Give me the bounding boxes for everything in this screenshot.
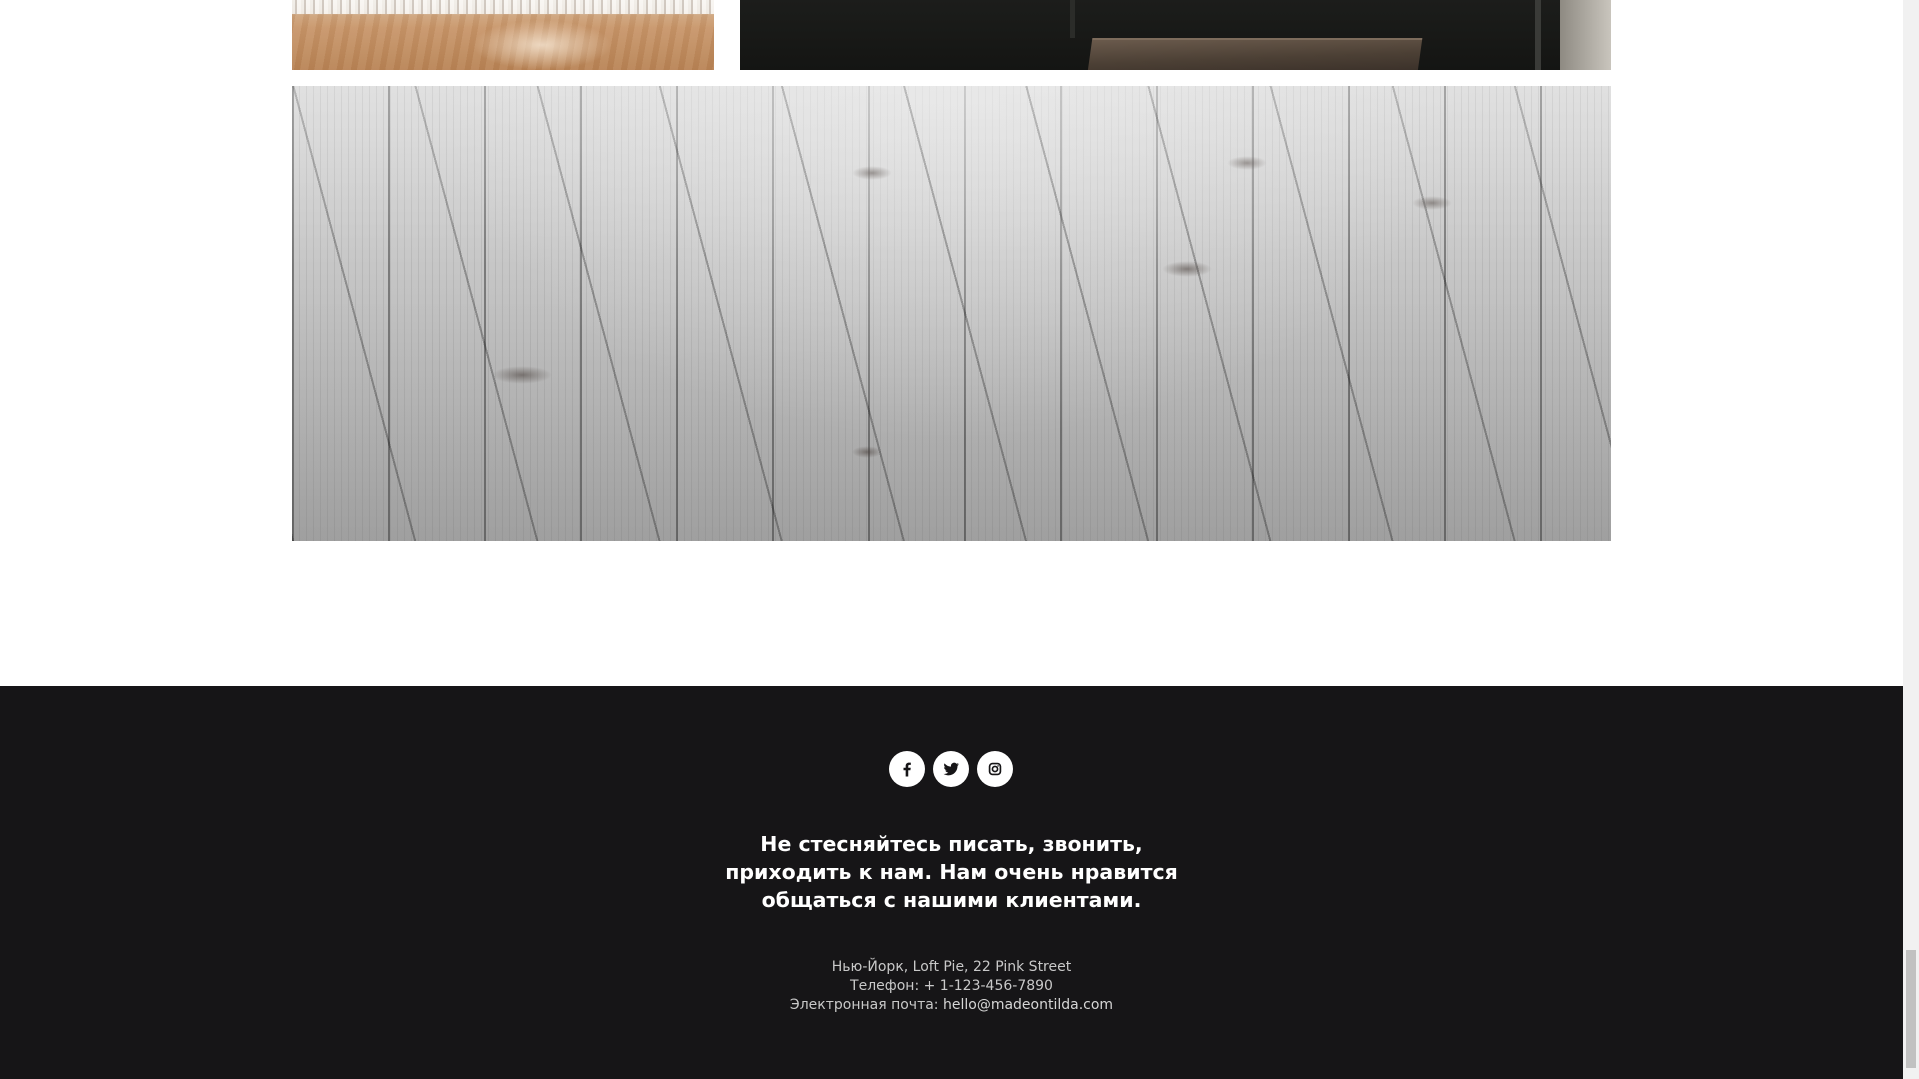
rug-detail xyxy=(292,0,714,14)
twitter-icon xyxy=(943,762,959,776)
wooden-table-edge xyxy=(1087,38,1423,70)
scrollbar-thumb[interactable] xyxy=(1906,950,1916,1068)
instagram-link[interactable] xyxy=(977,751,1013,787)
page-scrollbar[interactable] xyxy=(1903,0,1919,1079)
phone-text[interactable]: Телефон: + 1-123-456-7890 xyxy=(700,977,1203,996)
gallery-image-wooden-floor[interactable] xyxy=(292,86,1611,541)
light-reflection xyxy=(472,20,612,70)
wall-panel xyxy=(1560,0,1611,70)
page: Не стесняйтесь писать, звонить, приходит… xyxy=(0,0,1903,1079)
email-label: Электронная почта: xyxy=(789,997,943,1013)
social-links xyxy=(889,751,1013,787)
footer-tagline: Не стесняйтесь писать, звонить, приходит… xyxy=(680,830,1223,914)
instagram-icon xyxy=(988,762,1002,776)
email-line: Электронная почта: hello@madeontilda.com xyxy=(700,996,1203,1015)
chair-leg xyxy=(1070,0,1075,38)
address-text: Нью-Йорк, Loft Pie, 22 Pink Street xyxy=(831,959,1072,975)
chair-leg-right xyxy=(1535,0,1541,70)
email-link[interactable]: hello@madeontilda.com xyxy=(943,997,1113,1013)
facebook-link[interactable] xyxy=(889,751,925,787)
tagline-line: Не стесняйтесь писать, звонить, xyxy=(760,832,1143,856)
gallery-image-rug-floor[interactable] xyxy=(292,0,714,70)
light-fade xyxy=(292,86,1611,541)
contact-info: Нью-Йорк, Loft Pie, 22 Pink Street Телеф… xyxy=(700,958,1203,1015)
tagline-line: общаться с нашими клиентами. xyxy=(761,888,1142,912)
facebook-icon xyxy=(903,762,911,777)
gallery-image-dark-table[interactable] xyxy=(740,0,1611,70)
tagline-line: приходить к нам. Нам очень нравится xyxy=(725,860,1178,884)
twitter-link[interactable] xyxy=(933,751,969,787)
